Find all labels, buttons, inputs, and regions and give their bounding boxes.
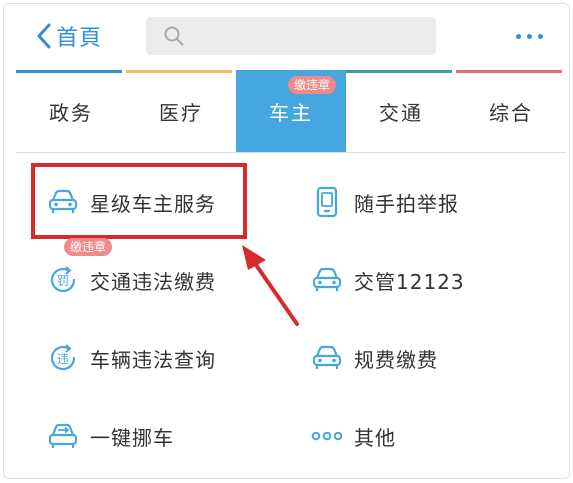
app-frame: 首頁 政务 医疗 缴违章 车主 交通 综合 星级车主服务 随手拍举报 缴违章 罚…: [3, 3, 570, 479]
annotation-arrow: [242, 245, 299, 326]
